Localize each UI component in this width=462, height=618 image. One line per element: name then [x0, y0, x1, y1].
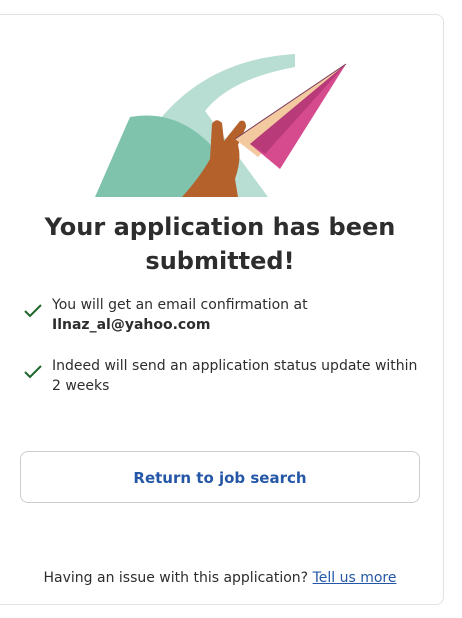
list-item-status-update: Indeed will send an application status u… — [20, 356, 420, 396]
status-update-text: Indeed will send an application status u… — [52, 358, 418, 394]
list-item-email: You will get an email confirmation at Il… — [20, 295, 420, 335]
email-confirmation-text: You will get an email confirmation at — [52, 297, 308, 313]
confirmation-list: You will get an email confirmation at Il… — [20, 295, 420, 417]
email-address: Ilnaz_al@yahoo.com — [52, 317, 211, 333]
issue-text: Having an issue with this application? — [43, 570, 309, 586]
tell-us-more-link[interactable]: Tell us more — [313, 570, 397, 586]
issue-prompt: Having an issue with this application? T… — [20, 568, 420, 588]
page-title: Your application has been submitted! — [44, 213, 396, 275]
check-icon — [24, 304, 42, 318]
confirmation-card: Your application has been submitted! You… — [0, 14, 444, 605]
return-to-job-search-button[interactable]: Return to job search — [20, 451, 420, 503]
check-icon — [24, 365, 42, 379]
paper-plane-illustration — [95, 54, 347, 197]
plane-pink-fold — [250, 64, 346, 154]
